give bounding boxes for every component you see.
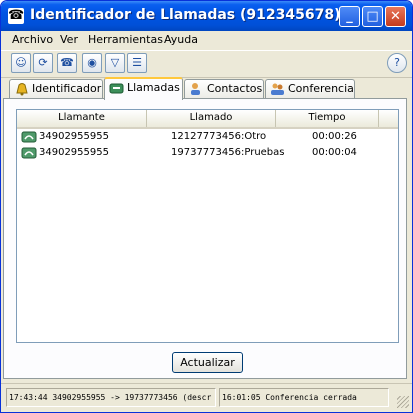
maximize-button[interactable]: □ [362, 6, 383, 27]
menu-archivo[interactable]: Archivo [12, 33, 53, 46]
status-bar: 17:43:44 34902955955 -> 19737773456 (des… [1, 383, 412, 412]
call-log-icon [109, 83, 124, 94]
tab-label: Conferencia [288, 82, 354, 95]
menu-bar: Archivo Ver Herramientas Ayuda [1, 31, 412, 49]
column-header-llamado[interactable]: Llamado [147, 110, 276, 127]
window-title: Identificador de Llamadas (912345678) [30, 7, 341, 23]
called-number: 12127773456:Otro [171, 131, 267, 142]
call-duration: 00:00:26 [312, 131, 357, 142]
called-number: 19737773456:Pruebas [171, 147, 285, 158]
eye-icon[interactable]: ◉ [82, 53, 102, 73]
resize-grip[interactable] [397, 396, 409, 408]
bell-icon [16, 83, 28, 96]
column-header-llamante[interactable]: Llamante [17, 110, 147, 127]
table-row[interactable]: 34902955955 12127773456:Otro 00:00:26 [17, 130, 398, 146]
caller-number: 34902955955 [39, 131, 109, 142]
tab-label: Identificador [32, 82, 102, 95]
status-last-call: 17:43:44 34902955955 -> 19737773456 (des… [6, 388, 216, 407]
tab-contactos[interactable]: Contactos [184, 79, 264, 99]
caller-number: 34902955955 [39, 147, 109, 158]
app-window: ☎ Identificador de Llamadas (912345678) … [0, 0, 413, 413]
menu-ver[interactable]: Ver [60, 33, 78, 46]
phone-device-icon[interactable]: ☎ [57, 53, 77, 73]
tab-label: Llamadas [127, 81, 180, 94]
tab-label: Contactos [207, 82, 263, 95]
close-button[interactable]: ✕ [385, 6, 406, 27]
minimize-button[interactable]: _ [339, 6, 360, 27]
toolbar: ☺ ⟳ ☎ ◉ ▽ ☰ ? [1, 50, 412, 78]
refresh-icon[interactable]: ⟳ [33, 53, 53, 73]
tab-strip: Identificador Llamadas Contactos Confere… [1, 77, 412, 100]
user-icon[interactable]: ☺ [11, 53, 31, 73]
conference-icon [271, 83, 284, 95]
table-row[interactable]: 34902955955 19737773456:Pruebas 00:00:04 [17, 146, 398, 162]
calls-list[interactable]: Llamante Llamado Tiempo 34902955955 1212… [16, 109, 399, 343]
menu-herramientas[interactable]: Herramientas [88, 33, 163, 46]
incoming-call-icon [21, 147, 37, 159]
phone-icon: ☎ [8, 8, 25, 24]
menu-ayuda[interactable]: Ayuda [164, 33, 198, 46]
column-header-tiempo[interactable]: Tiempo [276, 110, 379, 127]
contacts-icon [191, 83, 200, 95]
status-conference: 16:01:05 Conferencia cerrada [219, 388, 389, 407]
tab-identificador[interactable]: Identificador [9, 79, 103, 99]
list-icon[interactable]: ☰ [127, 53, 147, 73]
tab-conferencia[interactable]: Conferencia [265, 79, 355, 99]
incoming-call-icon [21, 131, 37, 143]
filter-icon[interactable]: ▽ [105, 53, 125, 73]
call-duration: 00:00:04 [312, 147, 357, 158]
list-header: Llamante Llamado Tiempo [17, 110, 398, 129]
title-bar[interactable]: ☎ Identificador de Llamadas (912345678) … [1, 1, 412, 31]
tab-llamadas[interactable]: Llamadas [104, 77, 183, 100]
refresh-button[interactable]: Actualizar [172, 352, 243, 373]
help-icon[interactable]: ? [387, 53, 407, 73]
